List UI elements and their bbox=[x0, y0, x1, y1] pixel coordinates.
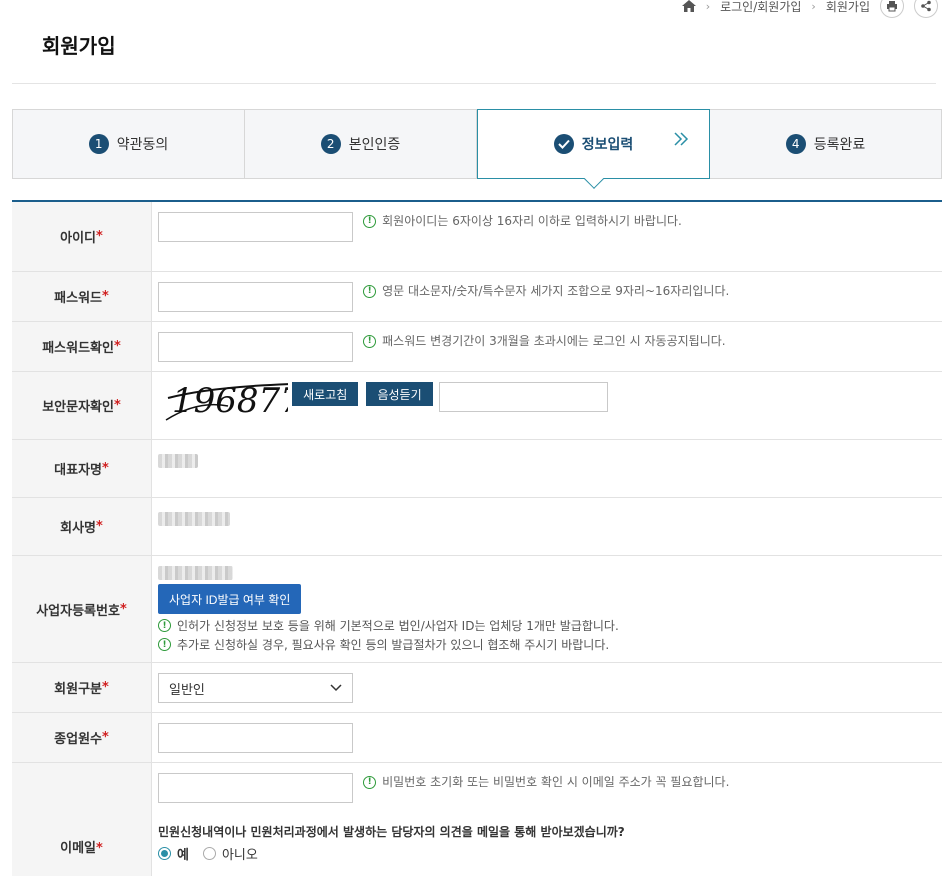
captcha-refresh-button[interactable]: 새로고침 bbox=[292, 382, 359, 406]
step-indicator: 1 약관동의 2 본인인증 정보입력 4 등록완료 bbox=[12, 109, 942, 189]
chevron-right-icon: › bbox=[705, 0, 711, 13]
radio-icon bbox=[202, 847, 216, 860]
email-consent-no[interactable]: 아니오 bbox=[202, 844, 258, 863]
biz-note-2: ! 추가로 신청하실 경우, 필요사유 확인 등의 발급절차가 있으니 협조해 주… bbox=[158, 636, 936, 653]
row-password-confirm: 패스워드확인 * ! 패스워드 변경기간이 3개월을 초과시에는 로그인 시 자동공… bbox=[12, 322, 942, 372]
home-icon[interactable] bbox=[681, 0, 696, 12]
check-icon bbox=[553, 134, 574, 154]
step-label: 정보입력 bbox=[581, 137, 634, 153]
row-ceo-name: 대표자명 * bbox=[12, 440, 942, 498]
userid-hint: ! 회원아이디는 6자이상 16자리 이하로 입력하시기 바랍니다. bbox=[363, 212, 682, 230]
info-icon: ! bbox=[363, 334, 377, 348]
label-company-name: 회사명 * bbox=[12, 498, 152, 555]
company-name-value bbox=[158, 512, 230, 526]
label-password: 패스워드 * bbox=[12, 272, 152, 321]
label-biz-number: 사업자등록번호 * bbox=[12, 556, 152, 662]
email-consent-question: 민원신청내역이나 민원처리과정에서 발생하는 담당자의 의견을 메일을 통해 받… bbox=[158, 825, 625, 839]
row-company-name: 회사명 * bbox=[12, 498, 942, 556]
share-button[interactable] bbox=[914, 0, 938, 18]
member-type-selected: 일반인 bbox=[169, 682, 205, 698]
password-confirm-input[interactable] bbox=[158, 332, 353, 362]
step-info-input: 정보입력 bbox=[477, 109, 710, 189]
chevron-right-icon: › bbox=[811, 0, 816, 13]
captcha-audio-button[interactable]: 음성듣기 bbox=[366, 382, 433, 406]
password-confirm-hint: ! 패스워드 변경기간이 3개월을 초과시에는 로그인 시 자동공지됩니다. bbox=[363, 332, 726, 350]
captcha-image: 196877 bbox=[165, 381, 288, 421]
label-password-confirm: 패스워드확인 * bbox=[12, 322, 152, 371]
employees-input[interactable] bbox=[158, 723, 353, 753]
captcha-input[interactable] bbox=[438, 382, 608, 412]
member-type-select[interactable]: 일반인 bbox=[158, 673, 353, 703]
step-number: 2 bbox=[320, 134, 341, 154]
step-number: 4 bbox=[785, 134, 806, 154]
email-consent-radios: 예 아니오 bbox=[158, 844, 936, 863]
double-chevron-right-icon bbox=[673, 132, 689, 150]
step-label: 약관동의 bbox=[116, 137, 169, 153]
label-member-type: 회원구분 * bbox=[12, 663, 152, 712]
row-password: 패스워드 * ! 영문 대소문자/숫자/특수문자 세가지 조합으로 9자리~16자리… bbox=[12, 272, 942, 322]
biz-note-1: ! 인허가 신청정보 보호 등을 위해 기본적으로 법인/사업자 ID는 업체당 … bbox=[158, 617, 936, 634]
info-icon: ! bbox=[363, 214, 377, 228]
row-email: 이메일 * ! 비밀번호 초기화 또는 비밀번호 확인 시 이메일 주소가 꼭 필요… bbox=[12, 763, 942, 876]
print-button[interactable] bbox=[880, 0, 904, 18]
print-icon bbox=[887, 1, 897, 12]
password-input[interactable] bbox=[158, 282, 353, 312]
email-input[interactable] bbox=[158, 773, 353, 803]
step-complete: 4 등록완료 bbox=[710, 110, 941, 178]
label-ceo-name: 대표자명 * bbox=[12, 440, 152, 497]
biz-id-check-button[interactable]: 사업자 ID발급 여부 확인 bbox=[158, 584, 302, 614]
row-userid: 아이디 * ! 회원아이디는 6자이상 16자리 이하로 입력하시기 바랍니다. bbox=[12, 202, 942, 272]
breadcrumb: › 로그인/회원가입 › 회원가입 bbox=[681, 0, 938, 18]
info-icon: ! bbox=[158, 638, 171, 651]
chevron-down-icon bbox=[330, 684, 342, 692]
info-icon: ! bbox=[363, 775, 377, 789]
label-email: 이메일 * bbox=[12, 763, 152, 876]
label-captcha: 보안문자확인 * bbox=[12, 372, 152, 439]
userid-input[interactable] bbox=[158, 212, 353, 242]
breadcrumb-item-login[interactable]: 로그인/회원가입 bbox=[720, 0, 801, 15]
row-biz-number: 사업자등록번호 * 사업자 ID발급 여부 확인 ! 인허가 신청정보 보호 등을 … bbox=[12, 556, 942, 663]
step-terms: 1 약관동의 bbox=[13, 110, 245, 178]
breadcrumb-item-join[interactable]: 회원가입 bbox=[826, 0, 870, 15]
step-label: 등록완료 bbox=[813, 137, 866, 153]
info-icon: ! bbox=[158, 619, 171, 632]
radio-selected-icon bbox=[158, 847, 171, 860]
step-number: 1 bbox=[88, 134, 109, 154]
title-divider bbox=[12, 83, 936, 84]
label-userid: 아이디 * bbox=[12, 202, 152, 271]
step-label: 본인인증 bbox=[348, 137, 401, 153]
info-icon: ! bbox=[363, 284, 377, 298]
password-hint: ! 영문 대소문자/숫자/특수문자 세가지 조합으로 9자리~16자리입니다. bbox=[363, 282, 729, 300]
row-employees: 종업원수 * bbox=[12, 713, 942, 763]
page-title: 회원가입 bbox=[42, 34, 116, 58]
email-consent-yes[interactable]: 예 bbox=[158, 844, 189, 863]
signup-form: 아이디 * ! 회원아이디는 6자이상 16자리 이하로 입력하시기 바랍니다. 패… bbox=[12, 200, 942, 876]
ceo-name-value bbox=[158, 454, 198, 468]
step-verification: 2 본인인증 bbox=[245, 110, 477, 178]
label-employees: 종업원수 * bbox=[12, 713, 152, 762]
biz-number-value bbox=[158, 566, 233, 580]
email-hint: ! 비밀번호 초기화 또는 비밀번호 확인 시 이메일 주소가 꼭 필요합니다. bbox=[363, 773, 729, 791]
row-captcha: 보안문자확인* 196877 새로고침 음성듣기 bbox=[12, 372, 942, 440]
row-member-type: 회원구분 * 일반인 bbox=[12, 663, 942, 713]
active-step-pointer bbox=[583, 169, 604, 189]
share-icon bbox=[921, 0, 931, 12]
